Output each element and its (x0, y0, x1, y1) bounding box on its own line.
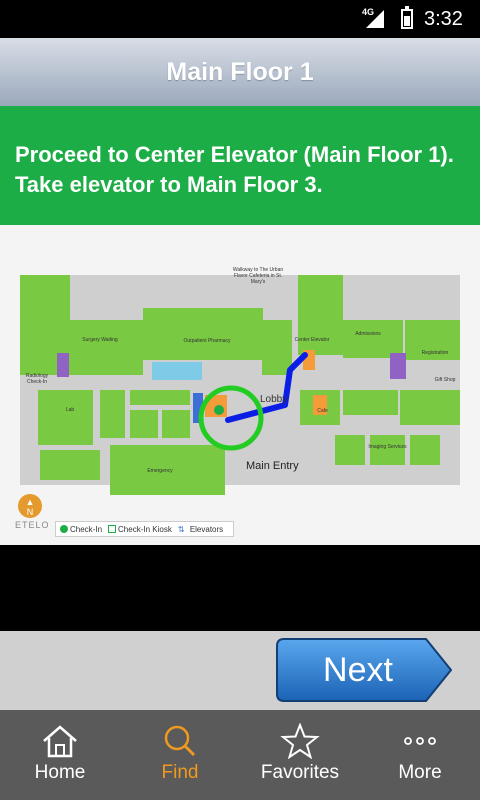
radiology-label: Radiology Check-In (25, 373, 49, 385)
next-area: Next (0, 631, 480, 710)
title-bar: Main Floor 1 (0, 38, 480, 106)
floor-map[interactable]: Walkway to The Urban Flavor Cafeteria in… (0, 225, 480, 545)
walkway-label: Walkway to The Urban Flavor Cafeteria in… (232, 267, 284, 285)
nav-more[interactable]: More (360, 710, 480, 800)
room-block (38, 390, 93, 445)
lab-label: Lab (65, 407, 75, 413)
spacer (0, 545, 480, 631)
surgery-label: Surgery Waiting (82, 337, 118, 343)
room-block (370, 435, 405, 465)
compass-icon: ▲ N (18, 494, 42, 518)
main-entry-label: Main Entry (246, 460, 299, 472)
room-block (143, 308, 263, 360)
map-legend: Check-In Check-In Kiosk ⇅ Elevators (55, 521, 235, 537)
room-block (130, 410, 158, 438)
room-block (162, 410, 190, 438)
room-block (298, 275, 343, 355)
blue-area (152, 362, 202, 380)
cafe-label: Cafe (317, 408, 328, 414)
nav-find-label: Find (161, 762, 199, 783)
room-block (100, 390, 125, 438)
kiosk-icon (108, 525, 117, 533)
room-block (130, 390, 190, 405)
emergency-label: Emergency (147, 468, 173, 474)
purple-area (390, 353, 406, 379)
home-icon (43, 725, 77, 758)
battery-icon (401, 6, 413, 29)
legend-check-in: Check-In (70, 524, 103, 534)
page-title: Main Floor 1 (166, 58, 314, 86)
room-block (335, 435, 365, 465)
brand-logo: ETELO (15, 520, 50, 530)
status-bar: 4G 3:32 (0, 0, 480, 38)
room-block (40, 450, 100, 480)
more-icon (404, 737, 436, 745)
next-button[interactable]: Next (276, 638, 452, 702)
nav-more-label: More (398, 762, 442, 783)
nav-home-label: Home (34, 762, 86, 783)
instruction-text: Proceed to Center Elevator (Main Floor 1… (15, 142, 454, 197)
room-block (68, 320, 143, 375)
nav-favorites[interactable]: Favorites (240, 710, 360, 800)
center-elevator-label: Center Elevator (294, 337, 330, 343)
star-icon (280, 723, 320, 759)
room-block (343, 390, 398, 415)
pharmacy-label: Outpatient Pharmacy (183, 338, 231, 344)
imaging-label: Imaging Services (368, 444, 407, 450)
signal-icon (366, 10, 384, 28)
check-in-marker (214, 405, 224, 415)
nav-home[interactable]: Home (0, 710, 120, 800)
nav-favorites-label: Favorites (260, 762, 340, 783)
giftshop-label: Gift Shop (434, 377, 456, 383)
purple-area (57, 353, 69, 377)
admissions-label: Admissions (355, 331, 381, 337)
clock: 3:32 (424, 8, 463, 30)
room-block (262, 320, 292, 375)
room-block (343, 320, 403, 358)
lobby-label: Lobby (260, 394, 288, 405)
nav-find[interactable]: Find (120, 710, 240, 800)
legend-check-in-kiosk: Check-In Kiosk (118, 524, 172, 534)
bottom-nav: Home Find Favorites More (0, 710, 480, 800)
next-button-label: Next (323, 651, 393, 689)
elevator-icon: ⇅ (177, 525, 185, 534)
check-in-icon (60, 525, 68, 533)
registration-label: Registration (421, 350, 449, 356)
search-icon (164, 725, 196, 757)
room-block (410, 435, 440, 465)
legend-elevators: Elevators (189, 524, 224, 534)
room-block (400, 390, 460, 425)
instruction-banner: Proceed to Center Elevator (Main Floor 1… (0, 106, 480, 225)
